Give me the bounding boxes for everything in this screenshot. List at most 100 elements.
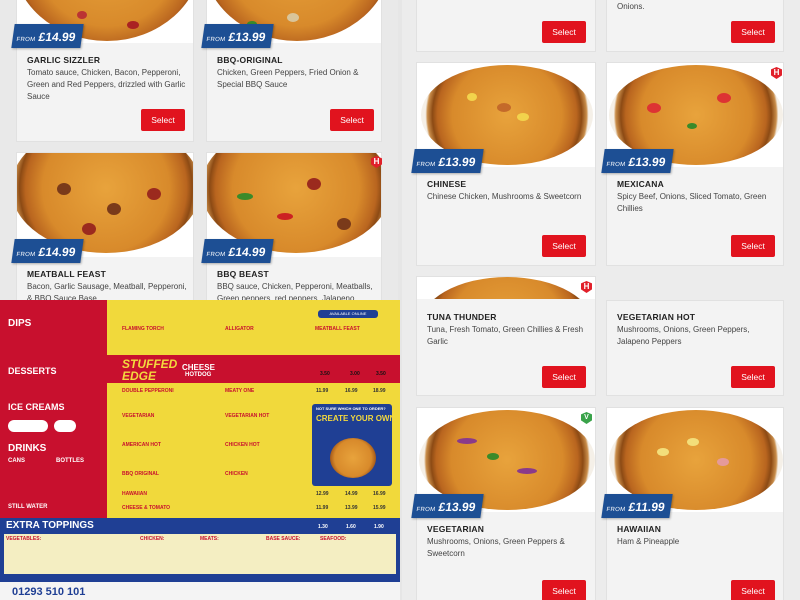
pizza-description: Mushrooms, Onions, Green Peppers, Jalape… — [617, 325, 750, 346]
price-badge: FROM £13.99 — [411, 149, 484, 173]
haagen-dazs-logo — [54, 420, 76, 432]
select-button[interactable]: Select — [731, 235, 775, 257]
menu-flyer-photo: DIPS DESSERTS ICE CREAMS DRINKS CANS BOT… — [0, 300, 400, 600]
price-cell: 14.99 — [345, 491, 358, 497]
flyer-pizza-double-pepperoni: DOUBLE PEPPERONI — [122, 388, 174, 394]
flyer-pizza-meatball-feast: MEATBALL FEAST — [315, 326, 360, 332]
price-cell: 15.99 — [373, 505, 386, 511]
pizza-name: MEATBALL FEAST — [27, 269, 106, 279]
price-cell: 3.00 — [350, 371, 360, 377]
ice-creams-heading: ICE CREAMS — [8, 402, 65, 412]
select-button[interactable]: Select — [542, 580, 586, 600]
not-sure-text: NOT SURE WHICH ONE TO ORDER? — [316, 406, 386, 411]
pizza-name: BBQ BEAST — [217, 269, 269, 279]
flyer-pizza-chicken: CHICKEN — [225, 471, 248, 477]
extra-toppings-heading: EXTRA TOPPINGS — [6, 520, 94, 531]
pizza-card-bbq-beast: H FROM £14.99 BBQ BEAST BBQ sauce, Chicke… — [201, 152, 382, 300]
pizza-name: VEGETARIAN HOT — [617, 312, 696, 322]
price-cell: 16.99 — [373, 491, 386, 497]
available-online-badge: AVAILABLE ONLINE — [318, 310, 378, 318]
price-cell: 3.50 — [376, 371, 386, 377]
flyer-pizza-meaty-one: MEATY ONE — [225, 388, 255, 394]
pizza-name: CHINESE — [427, 179, 467, 189]
hotdog-option: HOTDOG — [185, 372, 212, 378]
select-button[interactable]: Select — [141, 109, 185, 131]
pizza-card-vegetarian-hot: VEGETARIAN HOT Mushrooms, Onions, Green … — [606, 300, 784, 396]
category-base-sauce: BASE SAUCE: — [266, 536, 301, 542]
select-button[interactable]: Select — [542, 235, 586, 257]
pizza-description: Chicken, Green Peppers, Fried Onion & Sp… — [217, 68, 359, 89]
flyer-pizza-vegetarian: VEGETARIAN — [122, 413, 155, 419]
pizza-card-tuna-thunder: H TUNA THUNDER Tuna, Fresh Tomato, Green… — [416, 276, 596, 396]
price-badge: FROM £13.99 — [601, 149, 674, 173]
bottles-label: BOTTLES — [56, 458, 84, 464]
price-badge: FROM £14.99 — [201, 239, 274, 263]
cans-label: CANS — [8, 458, 26, 464]
select-button[interactable]: Select — [542, 366, 586, 388]
select-button[interactable]: Select — [731, 366, 775, 388]
price-cell: 11.99 — [316, 505, 329, 511]
price-cell: 12.99 — [316, 491, 329, 497]
create-your-own-title: CREATE YOUR OWN — [316, 414, 396, 423]
price-cell: 3.50 — [320, 371, 330, 377]
category-meats: MEATS: — [200, 536, 219, 542]
price-badge: FROM £14.99 — [11, 24, 84, 48]
pizza-card-bbq-original: FROM £13.99 BBQ-ORIGINAL Chicken, Green P… — [201, 0, 382, 142]
price-cell: 1.30 — [318, 524, 328, 530]
price-badge: FROM £11.99 — [601, 494, 673, 518]
phone-number: 01293 510 101 — [12, 586, 86, 598]
pizza-card-chinese: FROM £13.99 CHINESE Chinese Chicken, Mush… — [411, 62, 596, 266]
pizza-card-hawaiian: FROM £11.99 HAWAIIAN Ham & Pineapple Sele… — [601, 407, 784, 600]
select-button[interactable]: Select — [731, 580, 775, 600]
ben-jerrys-logo — [8, 420, 48, 432]
dips-heading: DIPS — [8, 318, 32, 329]
pizza-card-garlic-sizzler: FROM £14.99 GARLIC SIZZLER Tomato sauce, … — [11, 0, 194, 142]
price-cell: 18.99 — [373, 388, 386, 394]
flyer-pizza-flaming-torch: FLAMING TORCH — [122, 326, 164, 332]
price-cell: 16.99 — [345, 388, 358, 394]
pizza-name: TUNA THUNDER — [427, 312, 497, 322]
flyer-pizza-alligator: ALLIGATOR — [225, 326, 254, 332]
select-button[interactable]: Select — [731, 21, 775, 43]
flyer-pizza-bbq-original: BBQ ORIGINAL — [122, 471, 159, 477]
pizza-description: Spicy Beef, Onions, Sliced Tomato, Green… — [617, 192, 767, 213]
flyer-pizza-cheese-tomato: CHEESE & TOMATO — [122, 505, 171, 511]
pizza-description: Ham & Pineapple — [617, 537, 680, 546]
edge-label: EDGE — [122, 369, 157, 383]
pizza-description: Bacon, Garlic Sausage, Meatball, Peppero… — [27, 282, 187, 300]
pizza-description: Chinese Chicken, Mushrooms & Sweetcorn — [427, 192, 582, 201]
price-badge: FROM £13.99 — [411, 494, 484, 518]
pizza-name: VEGETARIAN — [427, 524, 485, 534]
select-button[interactable]: Select — [330, 109, 374, 131]
pizza-illustration — [330, 438, 376, 478]
flyer-pizza-hawaiian: HAWAIIAN — [122, 491, 147, 497]
price-cell: 11.99 — [316, 388, 329, 394]
pizza-name: MEXICANA — [617, 179, 664, 189]
pizza-image — [417, 277, 595, 299]
flyer-pizza-vegetarian-hot: VEGETARIAN HOT — [225, 413, 270, 419]
category-seafood: SEAFOOD: — [320, 536, 347, 542]
pizza-name: HAWAIIAN — [617, 524, 662, 534]
pizza-card-meatball-feast: FROM £14.99 MEATBALL FEAST Bacon, Garlic … — [11, 152, 194, 300]
pizza-description: BBQ sauce, Chicken, Pepperoni, Meatballs… — [217, 282, 373, 300]
flyer-pizza-american-hot: AMERICAN HOT — [122, 442, 161, 448]
pizza-description: Mushrooms, Onions, Green Peppers & Sweet… — [427, 537, 565, 558]
price-cell: 1.90 — [374, 524, 384, 530]
pizza-description: Onions. — [617, 2, 645, 11]
price-badge: FROM £13.99 — [201, 24, 274, 48]
select-button[interactable]: Select — [542, 21, 586, 43]
pizza-name: BBQ-ORIGINAL — [217, 55, 283, 65]
flyer-pizza-chicken-hot: CHICKEN HOT — [225, 442, 260, 448]
category-vegetables: VEGETABLES: — [6, 536, 42, 542]
still-water-label: STILL WATER — [8, 504, 48, 510]
category-chicken: CHICKEN: — [140, 536, 165, 542]
right-menu-panel: Select Onions. Select FROM £13.99 CHINESE… — [402, 0, 800, 600]
price-badge: FROM £14.99 — [11, 239, 84, 263]
pizza-description: Tomato sauce, Chicken, Bacon, Pepperoni,… — [27, 68, 186, 101]
desserts-heading: DESSERTS — [8, 366, 57, 376]
pizza-description: Tuna, Fresh Tomato, Green Chillies & Fre… — [427, 325, 584, 346]
price-cell: 13.99 — [345, 505, 358, 511]
price-cell: 1.60 — [346, 524, 356, 530]
cheese-option: CHEESE — [182, 363, 215, 372]
drinks-heading: DRINKS — [8, 443, 47, 454]
